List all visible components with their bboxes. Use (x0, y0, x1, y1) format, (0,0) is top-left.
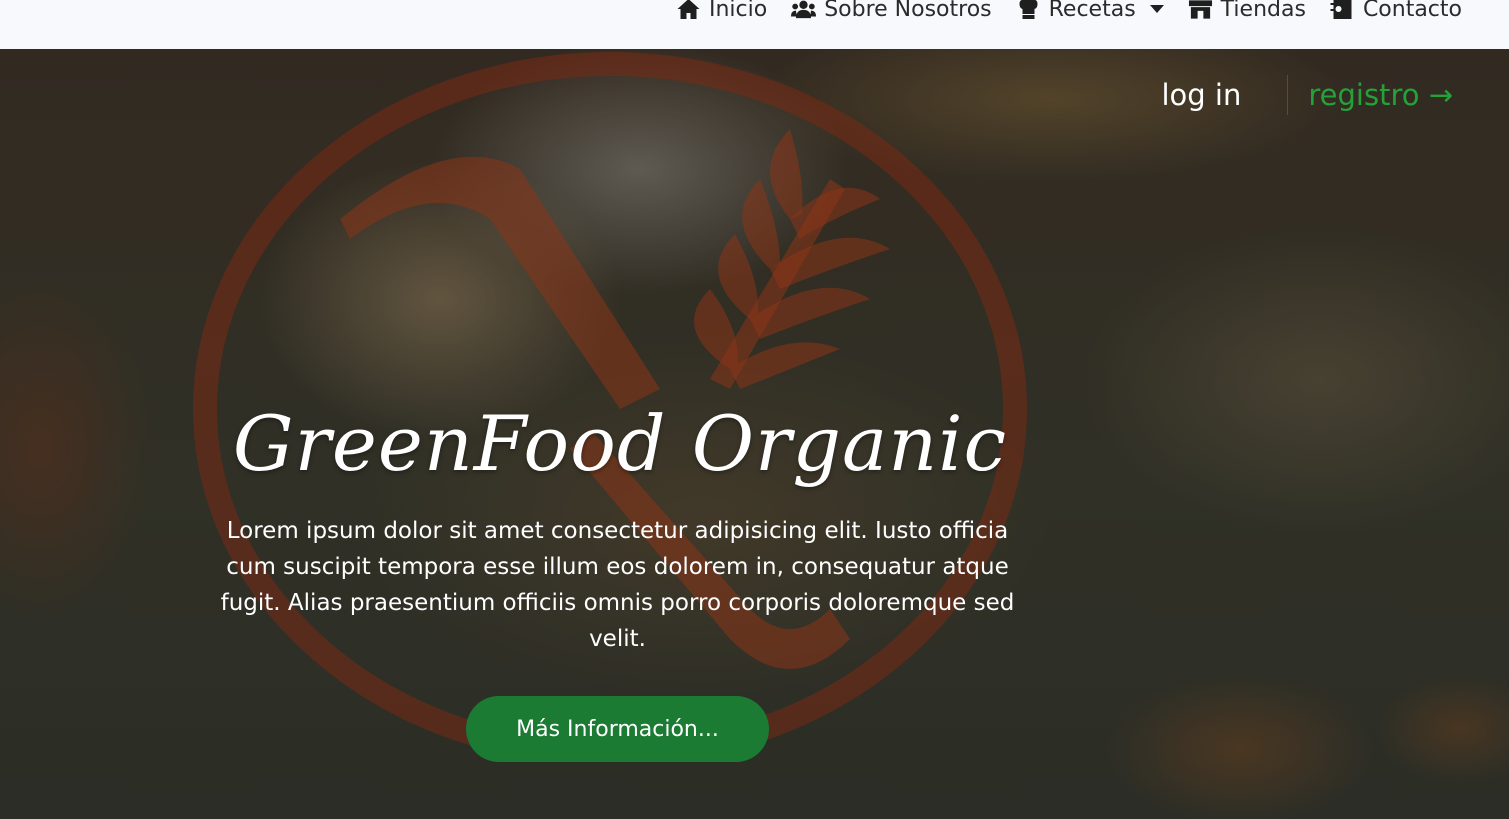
nav-item-label: Sobre Nosotros (824, 0, 992, 22)
register-link[interactable]: registro → (1288, 78, 1453, 112)
login-link[interactable]: log in (1162, 78, 1288, 112)
home-icon (677, 0, 700, 19)
store-icon (1188, 0, 1212, 19)
nav-item-tiendas[interactable]: Tiendas (1188, 0, 1306, 22)
top-navbar: Inicio Sobre Nosotros Recetas Tiendas Co… (0, 0, 1509, 49)
hero-description: Lorem ipsum dolor sit amet consectetur a… (220, 518, 1015, 652)
chevron-down-icon (1149, 5, 1164, 13)
nav-item-label: Tiendas (1220, 0, 1306, 22)
nav-item-sobre-nosotros[interactable]: Sobre Nosotros (791, 0, 992, 22)
nav-item-recetas[interactable]: Recetas (1016, 0, 1164, 22)
hero-section: log in registro → GreenFood Organic Lore… (0, 49, 1509, 819)
nav-item-label: Contacto (1362, 0, 1462, 22)
auth-links: log in registro → (1162, 75, 1453, 115)
nav-item-label: Recetas (1048, 0, 1136, 22)
hero-title: GreenFood Organic (232, 399, 1008, 488)
users-icon (791, 0, 817, 19)
nav-item-label: Inicio (708, 0, 768, 22)
chef-hat-icon (1019, 0, 1038, 19)
more-info-button[interactable]: Más Información... (466, 696, 769, 762)
nav-item-inicio[interactable]: Inicio (676, 0, 767, 22)
nav-menu: Inicio Sobre Nosotros Recetas Tiendas Co… (652, 0, 1462, 27)
contact-book-icon (1330, 0, 1352, 19)
nav-item-contacto[interactable]: Contacto (1330, 0, 1462, 22)
